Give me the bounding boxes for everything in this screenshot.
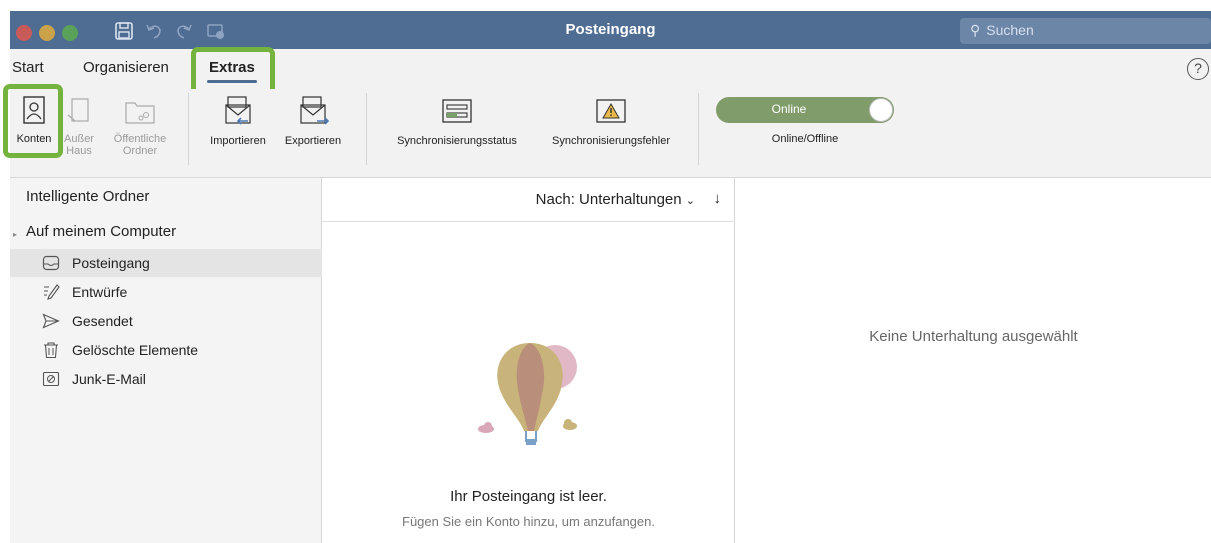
help-icon[interactable]: ? bbox=[1187, 58, 1209, 80]
folder-sidebar: Intelligente Ordner ▸ Auf meinem Compute… bbox=[10, 178, 322, 543]
export-icon bbox=[300, 96, 330, 125]
sidebar-item-posteingang[interactable]: Posteingang bbox=[10, 249, 322, 277]
sidebar-item-label: Gesendet bbox=[72, 313, 133, 329]
sync-errors-label: Synchronisierungsfehler bbox=[551, 135, 670, 147]
highlight-frame-konten bbox=[3, 84, 63, 158]
sort-direction-icon[interactable]: ↓ bbox=[714, 190, 722, 207]
export-button[interactable]: Exportieren bbox=[275, 95, 351, 147]
ribbon-separator bbox=[366, 93, 367, 165]
sidebar-item-geloeschte-elemente[interactable]: Gelöschte Elemente bbox=[10, 336, 322, 364]
sidebar-item-label: Entwürfe bbox=[72, 284, 128, 300]
public-folder-icon bbox=[125, 102, 155, 124]
out-of-office-icon bbox=[67, 98, 89, 122]
sort-bar: Nach: Unterhaltungen ⌄ ↓ bbox=[322, 178, 735, 222]
title-bar: Posteingang ⚲ Suchen bbox=[10, 11, 1211, 49]
sort-label: Nach: Unterhaltungen bbox=[535, 191, 682, 208]
sync-status-label: Synchronisierungsstatus bbox=[397, 135, 517, 147]
public-folders-label: Öffentliche Ordner bbox=[113, 133, 167, 157]
sent-icon bbox=[42, 313, 60, 329]
sidebar-item-entwuerfe[interactable]: Entwürfe bbox=[10, 278, 322, 306]
smart-folders-header[interactable]: Intelligente Ordner bbox=[26, 188, 149, 205]
collapse-arrow-icon[interactable]: ▸ bbox=[13, 230, 17, 239]
tab-start[interactable]: Start bbox=[12, 59, 44, 76]
sync-errors-button[interactable]: Synchronisierungsfehler bbox=[537, 95, 685, 147]
sidebar-item-junk-e-mail[interactable]: Junk-E-Mail bbox=[10, 365, 322, 393]
ausser-haus-button[interactable]: Außer Haus bbox=[60, 95, 98, 157]
export-label: Exportieren bbox=[284, 135, 342, 147]
import-icon bbox=[225, 96, 251, 125]
drafts-icon bbox=[44, 284, 60, 300]
toggle-knob bbox=[869, 98, 893, 122]
sync-status-button[interactable]: Synchronisierungsstatus bbox=[381, 95, 533, 147]
sidebar-item-label: Posteingang bbox=[72, 255, 150, 271]
search-icon: ⚲ bbox=[970, 22, 981, 38]
ribbon-toolbar: Konten Außer Haus Öffentliche Ordner Imp… bbox=[10, 89, 1211, 178]
message-list: Nach: Unterhaltungen ⌄ ↓ Ihr Posteingang… bbox=[322, 178, 735, 543]
import-button[interactable]: Importieren bbox=[204, 95, 272, 147]
reading-pane: Keine Unterhaltung ausgewählt bbox=[736, 178, 1211, 543]
search-input[interactable]: ⚲ Suchen bbox=[960, 18, 1211, 44]
ribbon-separator bbox=[188, 93, 189, 165]
toggle-state-label: Online bbox=[771, 102, 807, 116]
sidebar-item-label: Gelöschte Elemente bbox=[72, 342, 199, 358]
search-placeholder: Suchen bbox=[986, 22, 1034, 38]
empty-inbox-title: Ihr Posteingang ist leer. bbox=[450, 488, 607, 505]
ausser-haus-label: Außer Haus bbox=[64, 133, 94, 157]
sync-status-icon bbox=[442, 99, 472, 123]
empty-inbox-subtitle: Fügen Sie ein Konto hinzu, um anzufangen… bbox=[402, 514, 655, 529]
inbox-icon bbox=[42, 255, 60, 271]
sidebar-item-gesendet[interactable]: Gesendet bbox=[10, 307, 322, 335]
sidebar-item-label: Junk-E-Mail bbox=[72, 371, 146, 387]
online-offline-toggle[interactable]: Online bbox=[716, 97, 894, 123]
sync-errors-icon bbox=[596, 99, 626, 123]
tab-organisieren[interactable]: Organisieren bbox=[83, 59, 169, 76]
sort-dropdown[interactable]: Nach: Unterhaltungen ⌄ bbox=[536, 191, 695, 208]
ribbon-separator bbox=[698, 93, 699, 165]
junk-icon bbox=[42, 371, 60, 387]
chevron-down-icon: ⌄ bbox=[685, 195, 695, 207]
hot-air-balloon-icon bbox=[478, 343, 577, 445]
on-my-computer-header[interactable]: Auf meinem Computer bbox=[26, 223, 176, 240]
online-offline-caption: Online/Offline bbox=[771, 133, 839, 145]
import-label: Importieren bbox=[210, 135, 266, 147]
no-conversation-selected: Keine Unterhaltung ausgewählt bbox=[869, 328, 1078, 345]
trash-icon bbox=[44, 342, 58, 359]
public-folders-button[interactable]: Öffentliche Ordner bbox=[106, 95, 174, 157]
